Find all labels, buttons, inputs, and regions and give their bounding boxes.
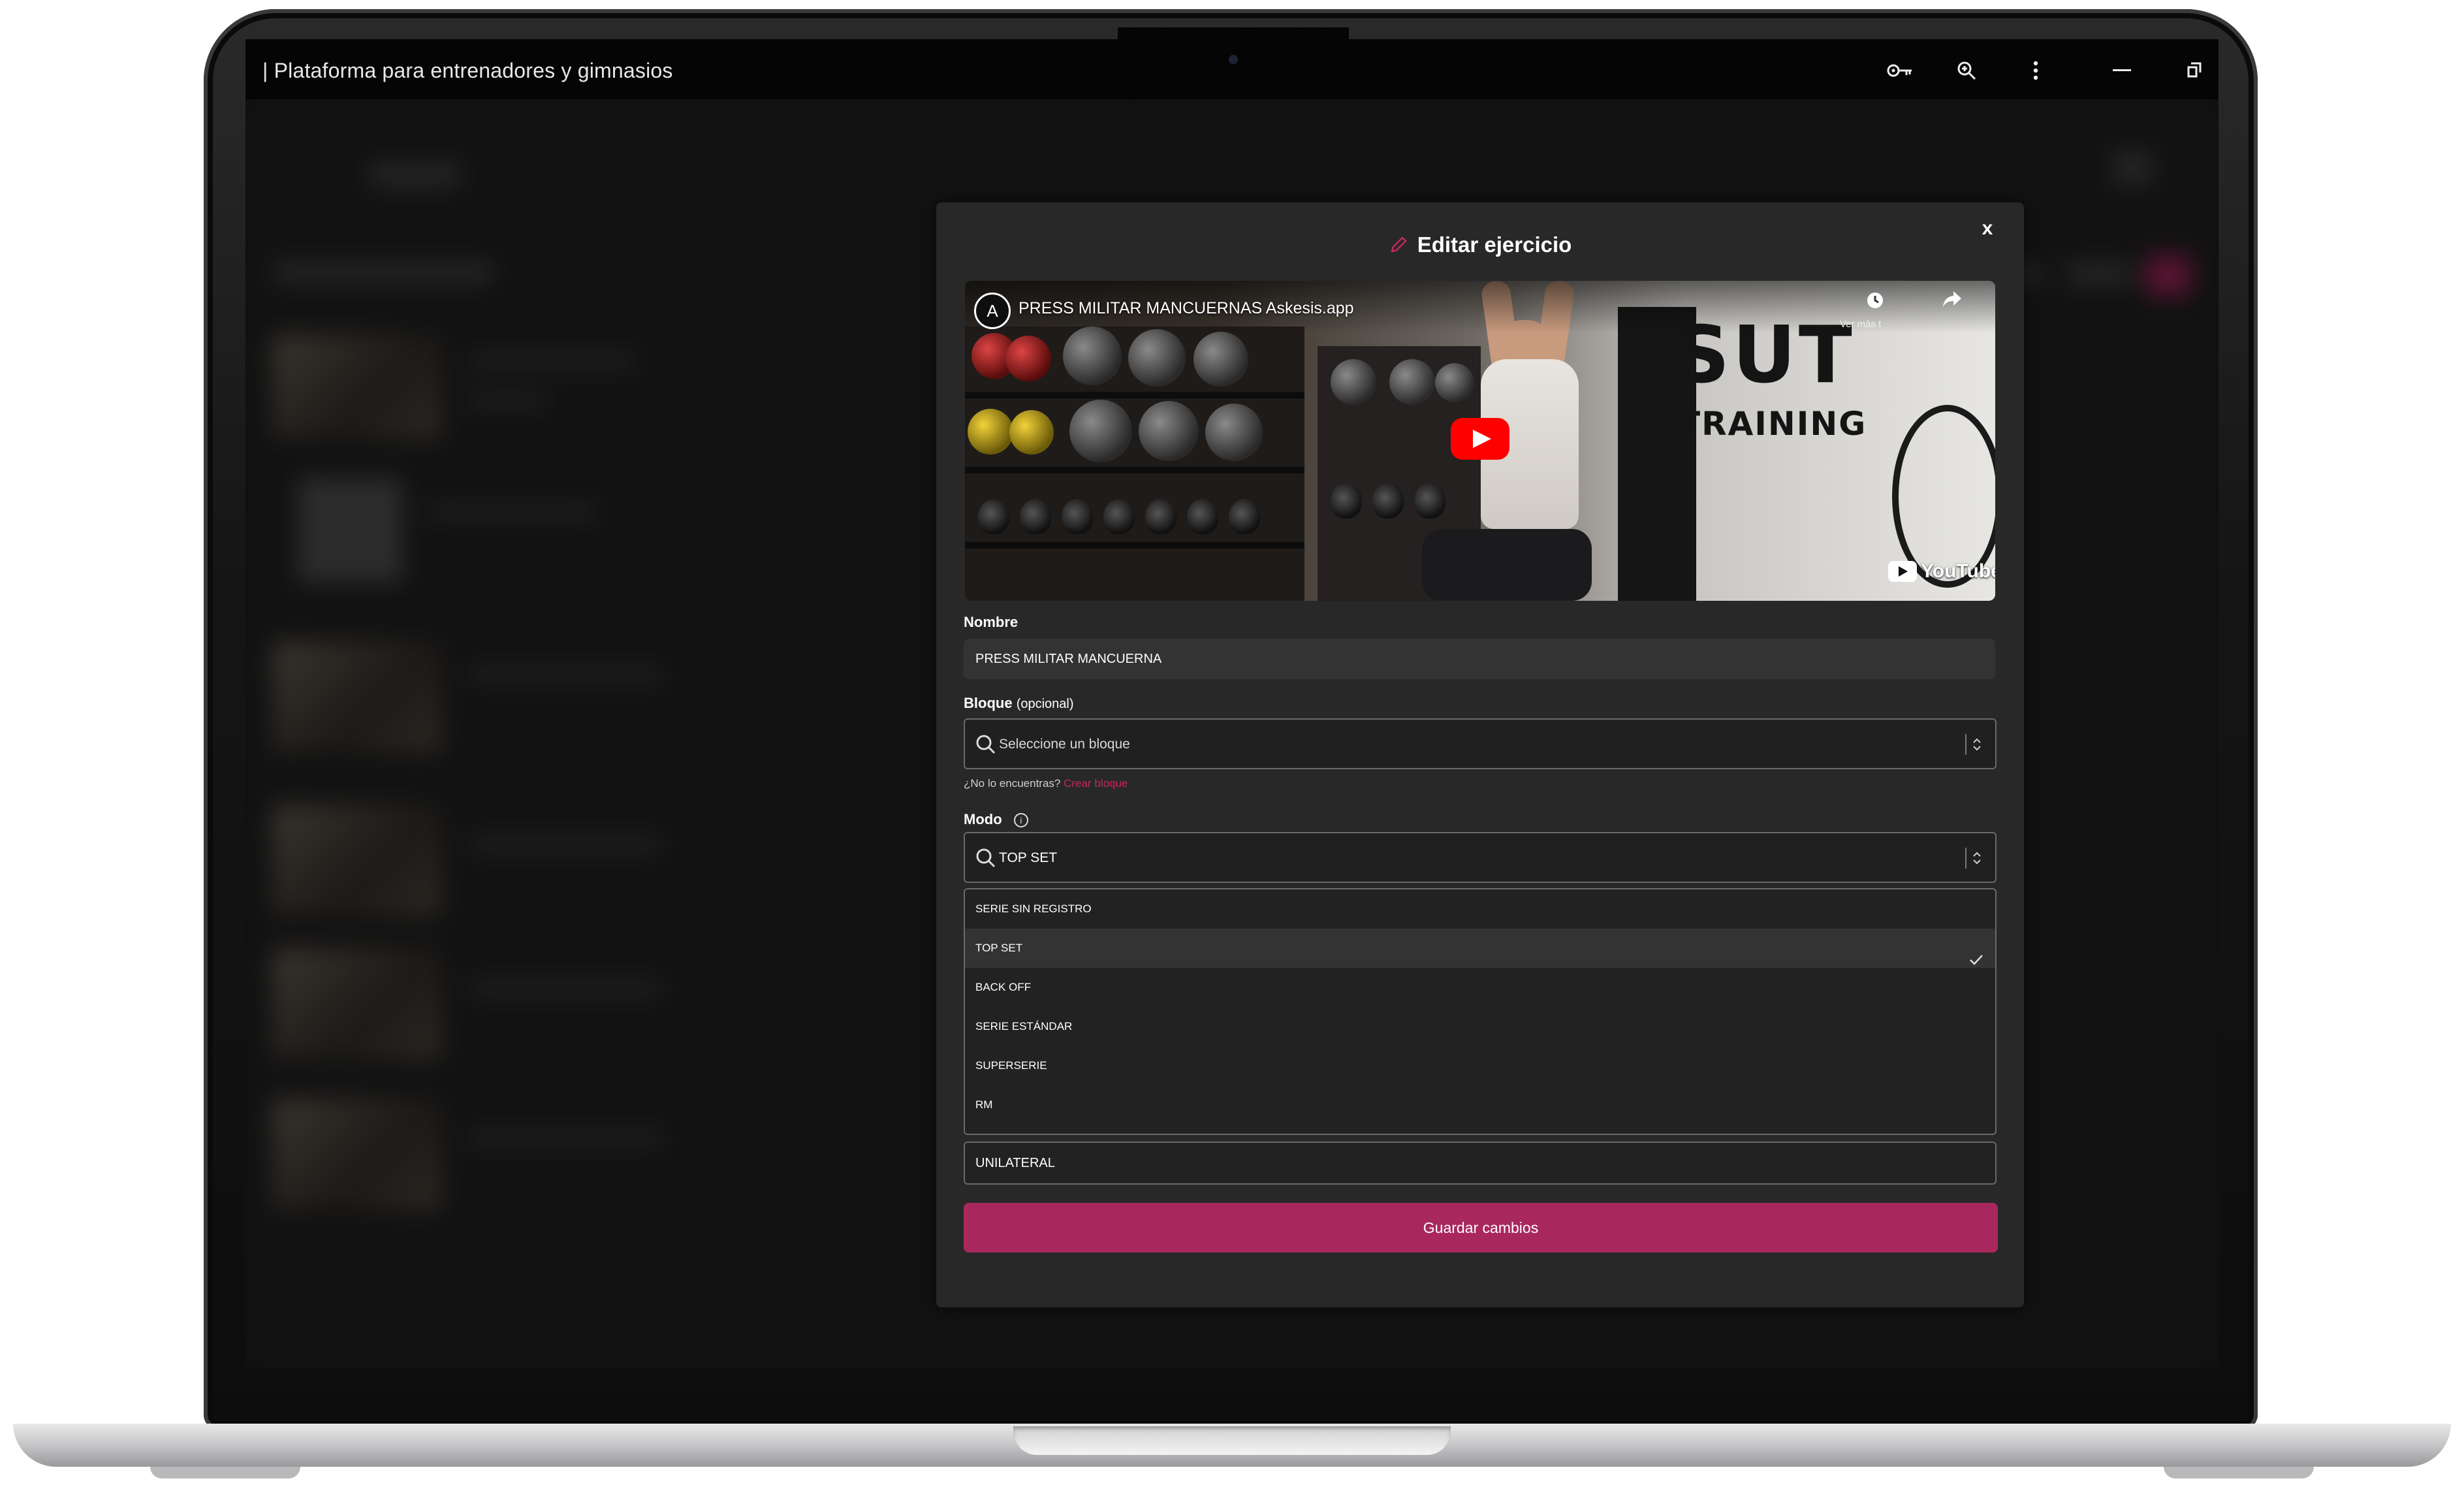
play-button[interactable]	[1451, 418, 1509, 460]
modal-title: Editar ejercicio	[1417, 232, 1572, 257]
mode-option[interactable]: SERIE SIN REGISTRO	[965, 889, 1995, 929]
mode-option[interactable]: BACK OFF	[965, 968, 1995, 1007]
more-vertical-icon[interactable]	[2021, 56, 2050, 85]
mode-select[interactable]: TOP SET	[964, 832, 1997, 883]
youtube-logo[interactable]: YouTube	[1888, 560, 1995, 583]
unilateral-field[interactable]: UNILATERAL	[964, 1142, 1997, 1185]
chevron-up-down-icon	[1965, 734, 1986, 755]
search-icon	[974, 733, 998, 756]
block-hint-text: ¿No lo encuentras?	[964, 777, 1061, 790]
block-optional-label: (opcional)	[1016, 697, 1074, 711]
channel-logo[interactable]: A	[974, 293, 1011, 329]
pencil-icon	[1389, 235, 1408, 255]
mode-option[interactable]: RM	[965, 1085, 1995, 1125]
youtube-icon	[1888, 561, 1917, 582]
video-title[interactable]: PRESS MILITAR MANCUERNAS Askesis.app	[1019, 299, 1354, 318]
video-player[interactable]: SUT TRAINING A PRESS MILITAR MANCUERNAS …	[965, 281, 1995, 601]
video-rack-background	[965, 327, 1304, 601]
mode-select-value: TOP SET	[999, 850, 1058, 865]
block-label: Bloque (opcional)	[964, 695, 1074, 712]
chevron-up-down-icon	[1965, 848, 1986, 869]
restore-icon[interactable]	[2181, 56, 2209, 85]
mode-dropdown-list: SERIE SIN REGISTRO TOP SET BACK OFF SERI…	[964, 888, 1997, 1135]
zoom-icon[interactable]	[1952, 56, 1981, 85]
name-label: Nombre	[964, 614, 1019, 630]
block-select-placeholder: Seleccione un bloque	[999, 737, 1130, 752]
mode-option-label: TOP SET	[975, 942, 1023, 954]
laptop-opening-notch	[1013, 1426, 1451, 1455]
watch-later-label: Ver más t	[1840, 319, 1882, 330]
screen: | Plataforma para entrenadores y gimnasi…	[245, 39, 2219, 1369]
youtube-brand-text: YouTube	[1921, 560, 1995, 582]
video-wall-text-training: TRAINING	[1678, 405, 1867, 443]
mode-option[interactable]: SUPERSERIE	[965, 1046, 1995, 1085]
create-block-link[interactable]: Crear bloque	[1064, 777, 1128, 790]
search-icon	[974, 846, 998, 870]
mode-option-selected[interactable]: TOP SET	[965, 929, 1995, 968]
camera-icon	[1229, 55, 1238, 64]
name-input[interactable]: PRESS MILITAR MANCUERNA	[964, 639, 1995, 679]
key-icon[interactable]	[1886, 56, 1914, 85]
check-icon	[1969, 943, 1983, 965]
mode-label-text: Modo	[964, 811, 1002, 827]
window-title: | Plataforma para entrenadores y gimnasi…	[262, 59, 673, 82]
edit-exercise-modal: x Editar ejercicio SUT TRAINING A PRESS …	[936, 202, 2024, 1307]
info-icon[interactable]: i	[1013, 813, 1028, 828]
share-icon[interactable]	[1939, 290, 1965, 316]
save-changes-button[interactable]: Guardar cambios	[964, 1203, 1998, 1253]
block-label-text: Bloque	[964, 695, 1013, 711]
clock-icon[interactable]	[1862, 290, 1888, 316]
modal-header: Editar ejercicio	[936, 229, 2024, 261]
block-hint: ¿No lo encuentras? Crear bloque	[964, 777, 1128, 790]
mode-option[interactable]: SERIE ESTÁNDAR	[965, 1007, 1995, 1046]
mode-label: Modo i	[964, 811, 1028, 828]
block-select[interactable]: Seleccione un bloque	[964, 718, 1997, 769]
laptop-foot-right	[2164, 1467, 2314, 1478]
laptop-foot-left	[150, 1467, 300, 1478]
minimize-icon[interactable]	[2108, 56, 2136, 85]
